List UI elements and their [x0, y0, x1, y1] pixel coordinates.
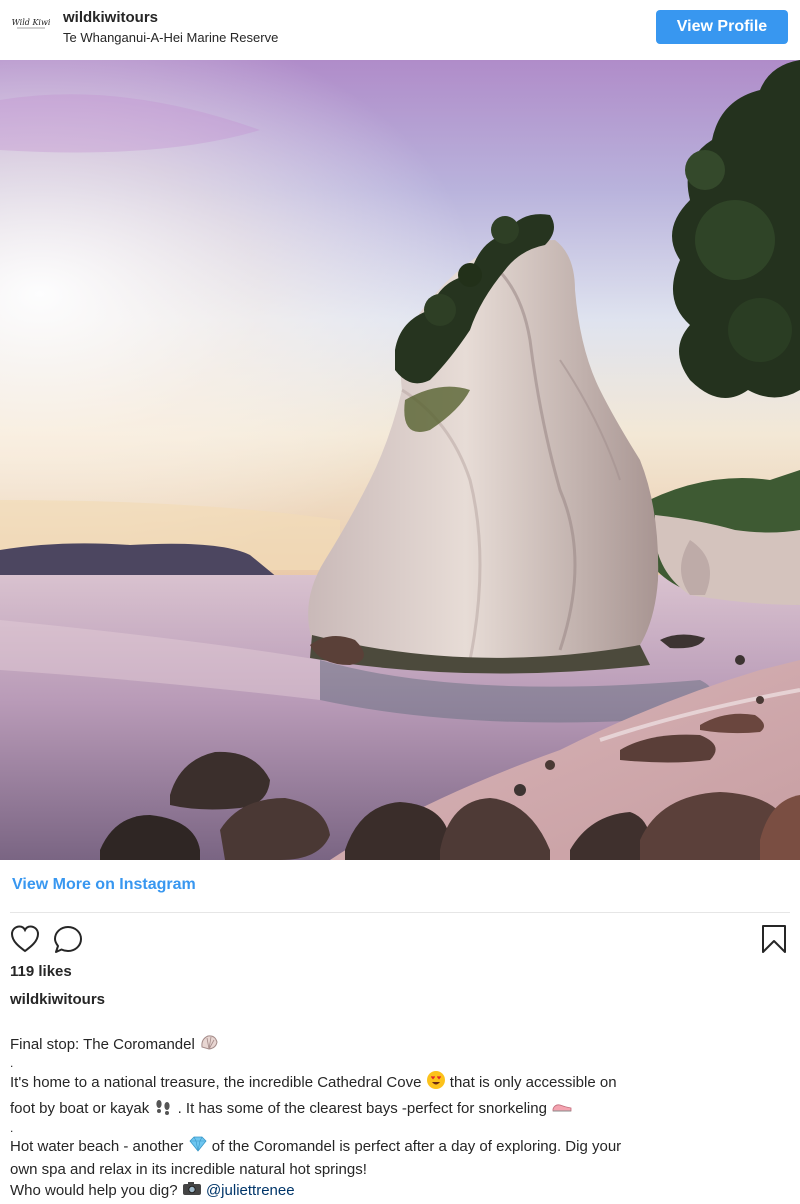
- location-link[interactable]: Te Whanganui-A-Hei Marine Reserve: [63, 30, 278, 45]
- caption-username[interactable]: wildkiwitours: [10, 991, 105, 1008]
- shell-emoji: [199, 1033, 219, 1057]
- bookmark-icon[interactable]: [760, 924, 788, 959]
- footprints-emoji: [153, 1096, 173, 1122]
- heart-icon[interactable]: [9, 924, 41, 959]
- caption-line: foot by boat or kayak . It has some of t…: [10, 1096, 790, 1122]
- camera-emoji: [182, 1180, 202, 1202]
- view-profile-button[interactable]: View Profile: [656, 10, 788, 44]
- comment-icon[interactable]: [53, 924, 85, 959]
- heart-eyes-emoji: [426, 1070, 446, 1096]
- caption-dot: .: [10, 1121, 14, 1135]
- mention-link[interactable]: @juliettrenee: [206, 1182, 295, 1199]
- svg-text:Wild Kiwi: Wild Kiwi: [12, 18, 51, 27]
- caption-line: Hot water beach - another of the Coroman…: [10, 1135, 790, 1159]
- action-bar: [0, 922, 800, 958]
- divider: [10, 912, 790, 913]
- caption-dot: .: [10, 1056, 14, 1070]
- view-more-link[interactable]: View More on Instagram: [12, 876, 196, 894]
- caption-line: Who would help you dig? @juliettrenee: [10, 1180, 790, 1202]
- caption: Final stop: The Coromandel . It's home t…: [10, 1033, 790, 1202]
- avatar[interactable]: Wild Kiwi: [9, 13, 53, 35]
- username[interactable]: wildkiwitours: [63, 9, 158, 26]
- caption-line: own spa and relax in its incredible natu…: [10, 1161, 367, 1178]
- cathedral-cove-photo: [0, 60, 800, 860]
- shoe-emoji: [551, 1098, 573, 1120]
- caption-line: Final stop: The Coromandel: [10, 1033, 790, 1057]
- gem-emoji: [188, 1135, 208, 1159]
- avatar-logo: Wild Kiwi: [12, 18, 51, 29]
- caption-line: It's home to a national treasure, the in…: [10, 1070, 790, 1096]
- likes-count[interactable]: 119 likes: [10, 963, 72, 980]
- post-header: Wild Kiwi wildkiwitours Te Whanganui-A-H…: [0, 0, 800, 60]
- post-image[interactable]: [0, 60, 800, 860]
